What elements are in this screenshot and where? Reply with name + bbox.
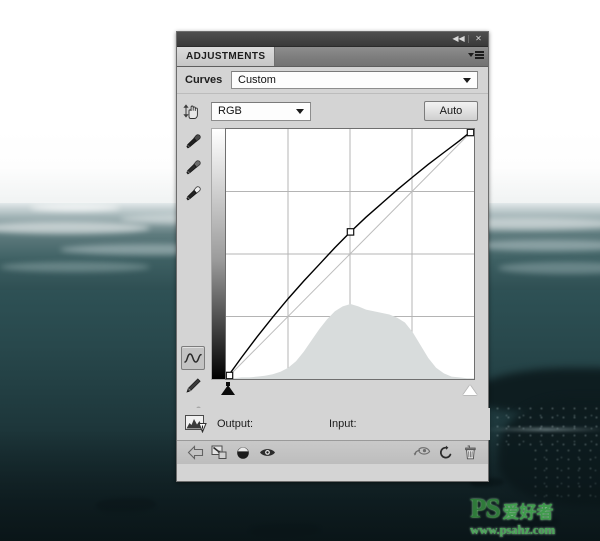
auto-button-label: Auto xyxy=(439,105,463,117)
output-gradient-ramp xyxy=(211,128,225,380)
preset-row: Curves Custom xyxy=(177,67,488,94)
curve-control-point xyxy=(466,129,474,137)
collapse-to-icons-icon[interactable]: ◀◀ xyxy=(452,33,465,45)
panel-titlebar: ◀◀ ✕ xyxy=(177,32,488,47)
clip-to-layer-icon xyxy=(211,445,226,459)
tabbar-filler xyxy=(275,47,488,66)
auto-button[interactable]: Auto xyxy=(424,101,478,121)
curve-control-point xyxy=(346,228,355,236)
black-point-slider[interactable] xyxy=(221,385,235,395)
toggle-layer-visibility-button[interactable] xyxy=(231,443,255,463)
tab-adjustments[interactable]: ADJUSTMENTS xyxy=(177,47,276,66)
black-point-eyedropper[interactable] xyxy=(181,130,205,154)
readout-row: Output: Input: xyxy=(177,408,490,440)
panel-menu-lines xyxy=(475,51,484,59)
adjustment-type-label: Curves xyxy=(185,74,223,86)
preview-toggle-button[interactable] xyxy=(255,443,279,463)
trash-icon xyxy=(464,445,476,460)
channel-select-value: RGB xyxy=(218,105,242,117)
preset-select[interactable]: Custom xyxy=(231,71,478,89)
eyedropper-gray-icon xyxy=(186,160,201,175)
input-readout: Input: xyxy=(329,418,357,430)
input-label: Input: xyxy=(329,418,357,430)
delete-adjustment-layer-button[interactable] xyxy=(458,443,482,463)
reset-circular-arrow-icon xyxy=(439,445,452,459)
clip-to-layer-button[interactable] xyxy=(207,443,231,463)
channel-row: RGB Auto xyxy=(211,100,478,122)
view-previous-state-button[interactable] xyxy=(410,443,434,463)
curve-plot-area[interactable] xyxy=(225,128,475,380)
histogram-warning-icon xyxy=(185,415,207,433)
white-point-eyedropper[interactable] xyxy=(181,182,205,206)
return-to-adjustment-list-button[interactable] xyxy=(183,443,207,463)
gray-point-eyedropper[interactable] xyxy=(181,156,205,180)
wave-crest xyxy=(0,262,150,272)
curve-drag-tool[interactable] xyxy=(181,100,205,124)
preset-select-value: Custom xyxy=(238,74,276,86)
curve-control-point xyxy=(226,371,234,379)
chevron-down-icon xyxy=(463,78,471,83)
curves-tool-rail xyxy=(177,94,209,440)
adjustments-panel: ◀◀ ✕ ADJUSTMENTS Curves Custom RGB Auto … xyxy=(176,31,490,482)
panel-tabbar: ADJUSTMENTS xyxy=(177,47,488,67)
channel-select[interactable]: RGB xyxy=(211,101,311,121)
white-point-slider[interactable] xyxy=(463,385,477,395)
panel-body: RGB Auto Output: Input: xyxy=(177,94,490,440)
curves-content: RGB Auto xyxy=(209,94,488,440)
pencil-draw-tool[interactable] xyxy=(181,374,205,398)
panel-footer xyxy=(177,440,488,464)
pencil-icon xyxy=(186,378,201,393)
close-icon[interactable]: ✕ xyxy=(472,33,485,45)
panel-menu-triangle xyxy=(468,52,474,57)
eyedropper-black-icon xyxy=(186,134,201,149)
reset-adjustment-button[interactable] xyxy=(434,443,458,463)
output-readout: Output: xyxy=(217,418,329,430)
curve-points-icon xyxy=(184,353,202,363)
chevron-down-icon xyxy=(296,109,304,114)
half-filled-circle-icon xyxy=(237,446,249,459)
panel-menu-icon[interactable] xyxy=(468,51,484,59)
output-label: Output: xyxy=(217,418,254,430)
eye-previous-state-icon xyxy=(413,446,431,456)
eyedropper-white-icon xyxy=(186,186,201,201)
divider xyxy=(468,35,469,43)
curve-plot-svg xyxy=(226,129,474,379)
screenshot-canvas: ◀◀ ✕ ADJUSTMENTS Curves Custom RGB Auto … xyxy=(0,0,600,541)
panel-titlebar-buttons: ◀◀ ✕ xyxy=(452,33,485,45)
edit-points-tool[interactable] xyxy=(181,346,205,370)
tab-adjustments-label: ADJUSTMENTS xyxy=(186,51,266,62)
curves-graph xyxy=(211,128,477,396)
hand-with-arrows-icon xyxy=(183,104,198,119)
back-arrow-icon xyxy=(187,445,203,460)
eye-icon xyxy=(259,449,275,456)
wave-crest xyxy=(30,204,120,211)
